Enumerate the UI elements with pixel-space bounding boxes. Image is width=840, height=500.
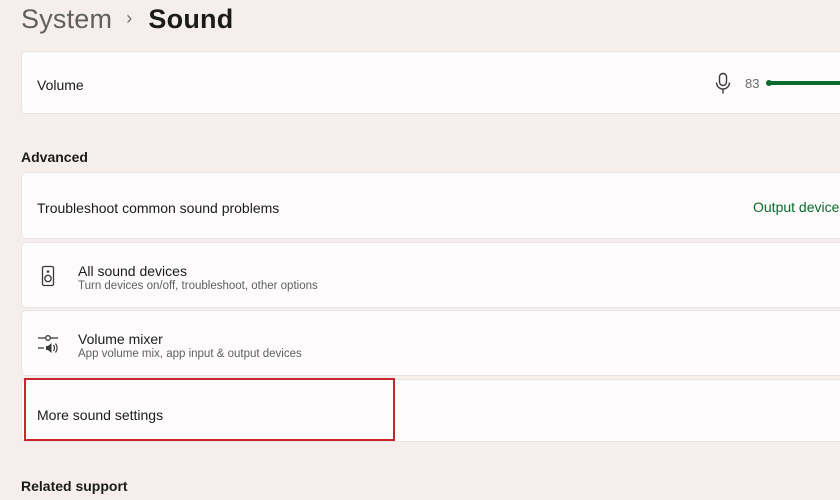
all-sound-devices-title: All sound devices	[78, 263, 187, 279]
more-sound-settings-label: More sound settings	[37, 407, 164, 423]
troubleshoot-card[interactable]: Troubleshoot common sound problems	[21, 172, 840, 239]
page-title: Sound	[148, 3, 234, 34]
volume-mixer-subtitle: App volume mix, app input & output devic…	[78, 348, 302, 360]
more-sound-settings-card[interactable]: More sound settings	[21, 379, 840, 442]
all-sound-devices-card[interactable]: All sound devices Turn devices on/off, t…	[21, 242, 840, 308]
troubleshoot-label: Troubleshoot common sound problems	[37, 200, 280, 216]
volume-mixer-title: Volume mixer	[78, 331, 163, 347]
advanced-heading: Advanced	[21, 149, 88, 165]
volume-slider[interactable]	[766, 77, 840, 89]
output-devices-link[interactable]: Output devices	[753, 199, 840, 215]
related-support-heading: Related support	[21, 478, 128, 494]
volume-value: 83	[745, 76, 760, 91]
volume-slider-fill	[770, 81, 840, 85]
breadcrumb: System › Sound	[21, 0, 233, 38]
chevron-right-icon: ›	[126, 7, 133, 28]
microphone-icon[interactable]	[714, 72, 732, 96]
volume-label: Volume	[37, 77, 84, 93]
all-sound-devices-subtitle: Turn devices on/off, troubleshoot, other…	[78, 280, 318, 292]
breadcrumb-system-link[interactable]: System	[21, 4, 112, 35]
speaker-icon	[41, 265, 55, 287]
volume-mixer-icon	[38, 335, 58, 353]
volume-mixer-card[interactable]: Volume mixer App volume mix, app input &…	[21, 310, 840, 376]
volume-slider-thumb[interactable]	[766, 80, 772, 86]
